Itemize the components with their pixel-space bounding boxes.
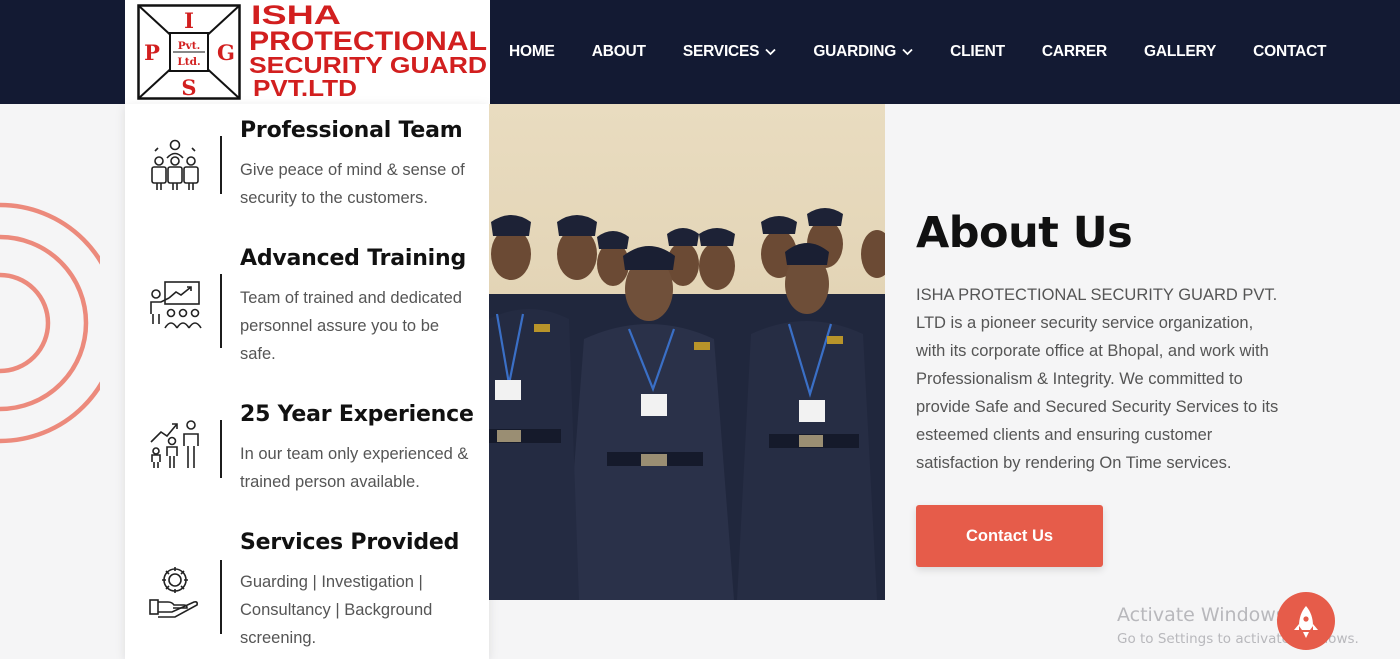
nav-about[interactable]: ABOUT	[592, 43, 646, 61]
feature-title: Professional Team	[240, 118, 463, 143]
nav-contact[interactable]: CONTACT	[1253, 43, 1326, 61]
nav-gallery-label: GALLERY	[1144, 43, 1217, 60]
logo-letter-p: P	[144, 40, 160, 65]
feature-description: Team of trained and dedicated personnel …	[240, 289, 462, 363]
feature-description: In our team only experienced & trained p…	[240, 445, 469, 491]
nav-guarding[interactable]: GUARDING	[813, 43, 913, 61]
feature-title: Advanced Training	[240, 246, 467, 271]
guards-group-photo	[489, 104, 885, 600]
main-nav: HOME ABOUT SERVICES GUARDING CLIENT CARR…	[509, 0, 1363, 104]
nav-about-label: ABOUT	[591, 43, 646, 60]
navbar: I P G S Pvt. Ltd. ISHA PROTECTIONAL SECU…	[0, 0, 1400, 104]
nav-home-label: HOME	[509, 43, 555, 60]
training-icon	[150, 281, 202, 329]
logo[interactable]: I P G S Pvt. Ltd. ISHA PROTECTIONAL SECU…	[125, 0, 490, 104]
nav-carrer-label: CARRER	[1041, 43, 1108, 60]
logo-letter-s: S	[181, 75, 196, 100]
feature-divider	[220, 136, 222, 194]
logo-ltd: Ltd.	[177, 56, 200, 68]
feature-divider	[220, 560, 222, 634]
about-title: About Us	[916, 208, 1133, 258]
activate-windows-title: Activate Windows	[1117, 604, 1286, 626]
logo-wordmark: ISHA PROTECTIONAL SECURITY GUARD PVT.LTD	[249, 0, 487, 101]
feature-description: Give peace of mind & sense of security t…	[240, 161, 465, 207]
feature-title: Services Provided	[240, 530, 460, 555]
gear-hand-icon	[149, 567, 198, 618]
logo-emblem: I P G S Pvt. Ltd.	[137, 4, 241, 100]
feature-divider	[220, 274, 222, 348]
nav-services-label: SERVICES	[682, 43, 760, 60]
growth-icon	[150, 420, 199, 468]
scroll-to-top-button[interactable]	[1277, 592, 1335, 650]
chevron-down-icon	[765, 48, 776, 56]
logo-letter-i: I	[184, 8, 194, 33]
logo-name-line4: PVT.LTD	[253, 75, 357, 101]
logo-pvt: Pvt.	[178, 40, 201, 52]
nav-carrer[interactable]: CARRER	[1042, 43, 1107, 61]
features-card: Professional Team Give peace of mind & s…	[125, 104, 489, 659]
rocket-icon	[1294, 606, 1318, 638]
nav-client-label: CLIENT	[950, 43, 1005, 60]
chevron-down-icon	[902, 48, 913, 56]
nav-gallery[interactable]: GALLERY	[1144, 43, 1216, 61]
nav-home[interactable]: HOME	[509, 43, 555, 61]
nav-contact-label: CONTACT	[1253, 43, 1327, 60]
feature-title: 25 Year Experience	[240, 402, 474, 427]
team-icon	[151, 139, 199, 190]
nav-client[interactable]: CLIENT	[950, 43, 1005, 61]
decorative-arcs	[0, 202, 100, 444]
contact-us-button[interactable]: Contact Us	[916, 505, 1103, 567]
feature-description: Guarding | Investigation | Consultancy |…	[240, 573, 433, 647]
about-text: ISHA PROTECTIONAL SECURITY GUARD PVT. LT…	[916, 286, 1279, 472]
feature-divider	[220, 420, 222, 478]
nav-services[interactable]: SERVICES	[683, 43, 777, 61]
nav-guarding-label: GUARDING	[813, 43, 897, 60]
logo-letter-g: G	[217, 40, 235, 65]
